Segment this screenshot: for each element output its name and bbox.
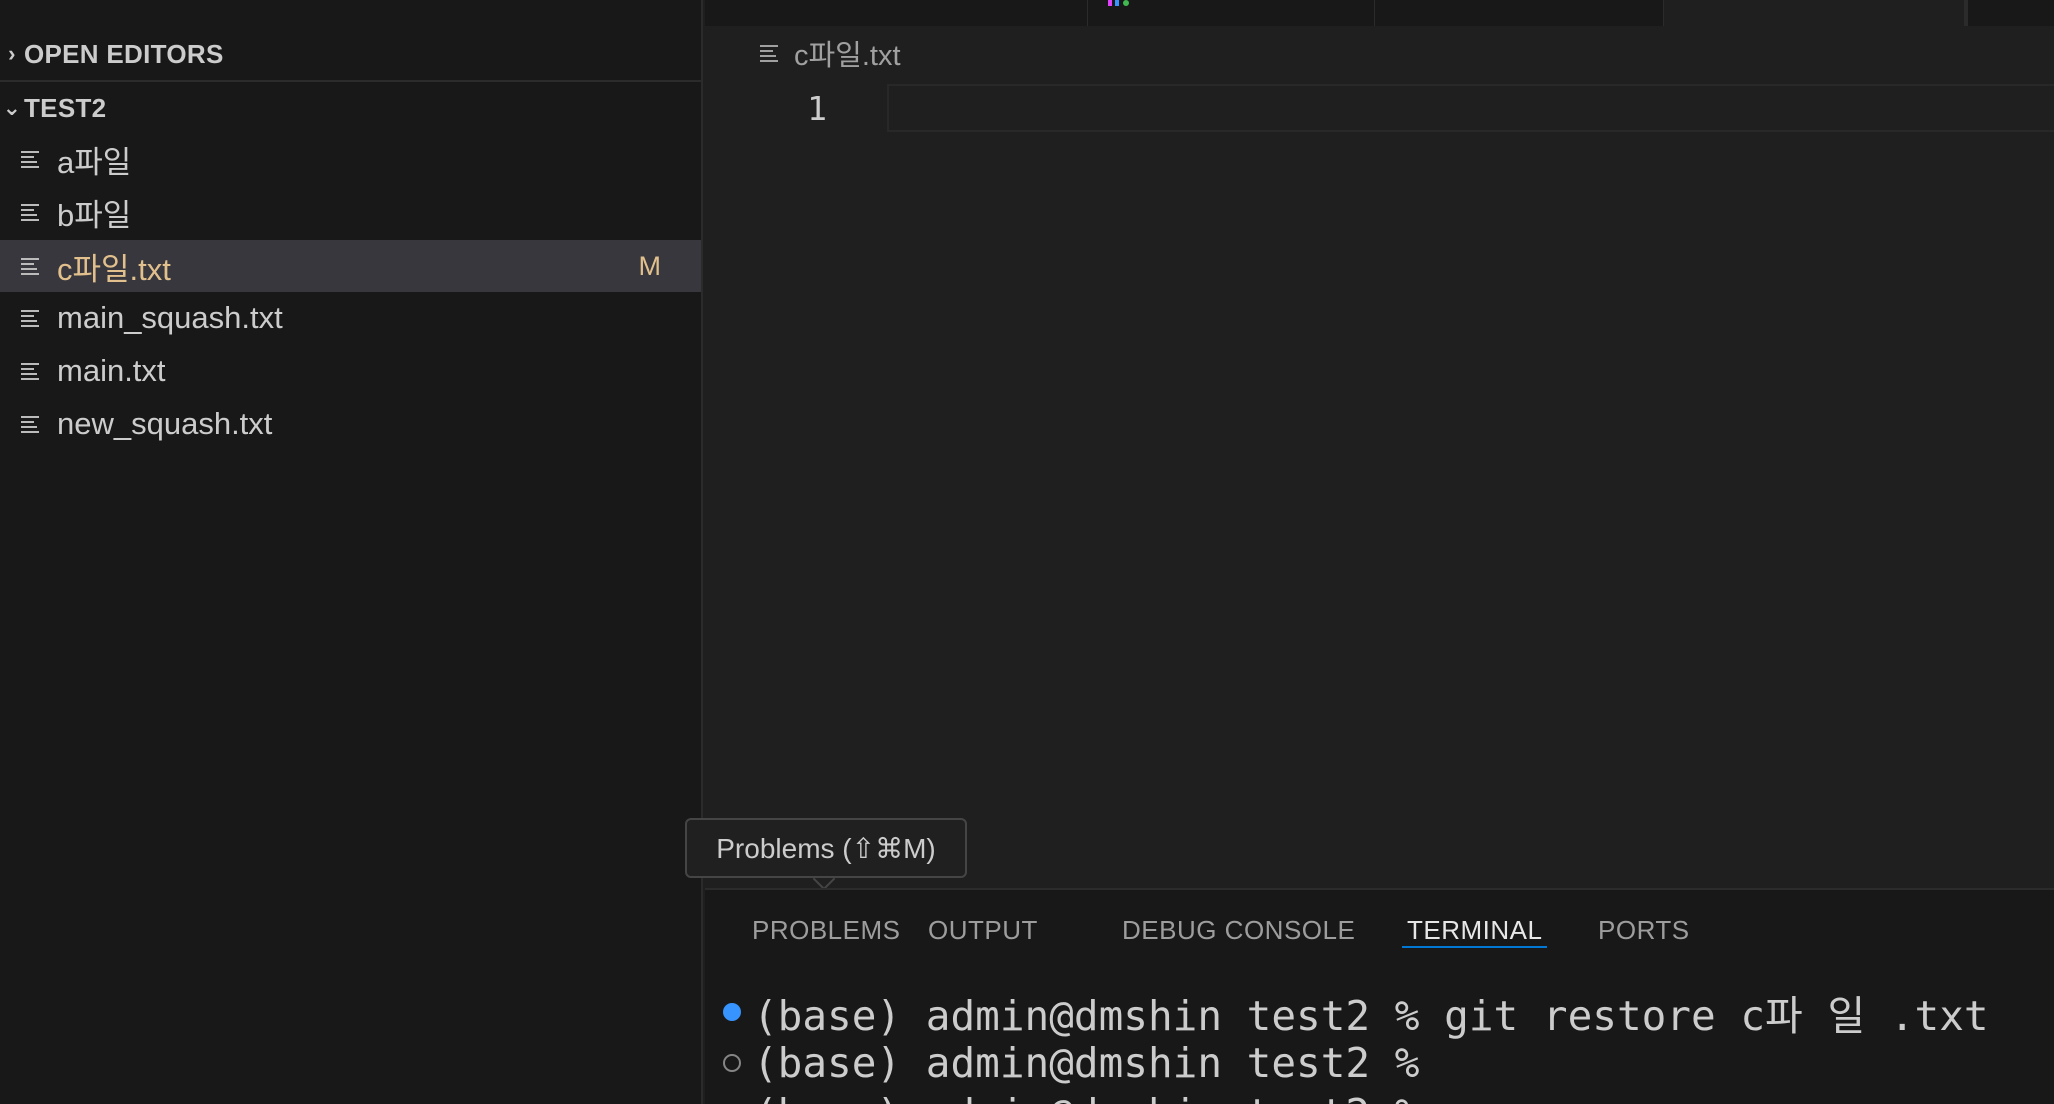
editor-tab[interactable] xyxy=(1966,0,2054,26)
explorer-sidebar: › OPEN EDITORS ⌄ TEST2 a파일 b파일 c파일.txt M… xyxy=(0,0,703,1104)
breadcrumb[interactable]: c파일.txt xyxy=(760,30,901,76)
terminal-line-text: (base) admin@dmshin test2 % xyxy=(753,1090,1419,1104)
bottom-panel: PROBLEMS OUTPUT DEBUG CONSOLE TERMINAL P… xyxy=(705,888,2054,1104)
editor-tab[interactable] xyxy=(1375,0,1665,26)
file-item-new-squash[interactable]: new_squash.txt xyxy=(0,398,701,450)
file-name: a파일 xyxy=(57,144,132,180)
file-name: main_squash.txt xyxy=(57,300,283,335)
text-file-icon xyxy=(21,202,41,222)
terminal-line-text: (base) admin@dmshin test2 % git restore … xyxy=(753,992,1989,1040)
terminal-line-text: (base) admin@dmshin test2 % xyxy=(753,1039,1420,1087)
text-file-icon xyxy=(760,43,780,63)
file-name: c파일.txt xyxy=(57,251,171,287)
editor-area[interactable]: c파일.txt 1 xyxy=(705,0,2054,888)
git-modified-badge: M xyxy=(638,250,662,281)
file-name: b파일 xyxy=(57,197,132,233)
git-graph-icon xyxy=(1108,0,1129,6)
tab-debug-console[interactable]: DEBUG CONSOLE xyxy=(1122,890,1355,970)
terminal-output[interactable]: (base) admin@dmshin test2 % git restore … xyxy=(705,987,2054,1104)
text-file-icon xyxy=(21,414,41,434)
chevron-down-icon: ⌄ xyxy=(2,95,22,120)
file-item-a[interactable]: a파일 xyxy=(0,133,701,185)
line-number: 1 xyxy=(807,89,827,128)
file-item-b[interactable]: b파일 xyxy=(0,186,701,238)
terminal-line: (base) admin@dmshin test2 % git restore … xyxy=(723,987,1989,1040)
tab-problems[interactable]: PROBLEMS xyxy=(752,890,901,970)
command-pending-dot-icon[interactable] xyxy=(723,1054,741,1072)
file-name: main.txt xyxy=(57,353,166,388)
breadcrumb-file-label: c파일.txt xyxy=(794,40,901,72)
command-success-dot-icon[interactable] xyxy=(723,1003,741,1021)
terminal-line: (base) admin@dmshin test2 % xyxy=(723,1038,1419,1088)
editor-tab-active[interactable] xyxy=(1664,0,1966,26)
tab-terminal[interactable]: TERMINAL xyxy=(1401,890,1548,970)
current-line-highlight[interactable] xyxy=(887,84,2054,132)
file-item-main-squash[interactable]: main_squash.txt xyxy=(0,292,701,344)
text-file-icon xyxy=(21,308,41,328)
tab-ports[interactable]: PORTS xyxy=(1598,890,1690,970)
open-editors-label: OPEN EDITORS xyxy=(24,38,224,69)
tab-output[interactable]: OUTPUT xyxy=(928,890,1038,970)
panel-tab-bar: PROBLEMS OUTPUT DEBUG CONSOLE TERMINAL P… xyxy=(705,890,2054,970)
file-name: new_squash.txt xyxy=(57,406,273,441)
editor-tab-strip xyxy=(705,0,2054,26)
editor-tab[interactable] xyxy=(705,0,1089,26)
terminal-line: (base) admin@dmshin test2 % xyxy=(723,1089,1419,1104)
folder-header-test2[interactable]: ⌄ TEST2 xyxy=(0,82,701,134)
open-editors-header[interactable]: › OPEN EDITORS xyxy=(0,28,701,82)
problems-tooltip: Problems (⇧⌘M) xyxy=(685,818,967,878)
editor-tab[interactable] xyxy=(1088,0,1376,26)
file-item-c[interactable]: c파일.txt M xyxy=(0,240,701,292)
tooltip-text: Problems (⇧⌘M) xyxy=(716,832,936,864)
chevron-right-icon: › xyxy=(8,41,16,66)
folder-label: TEST2 xyxy=(24,92,107,123)
text-file-icon xyxy=(21,149,41,169)
text-file-icon xyxy=(21,256,41,276)
text-file-icon xyxy=(21,361,41,381)
file-item-main[interactable]: main.txt xyxy=(0,345,701,397)
